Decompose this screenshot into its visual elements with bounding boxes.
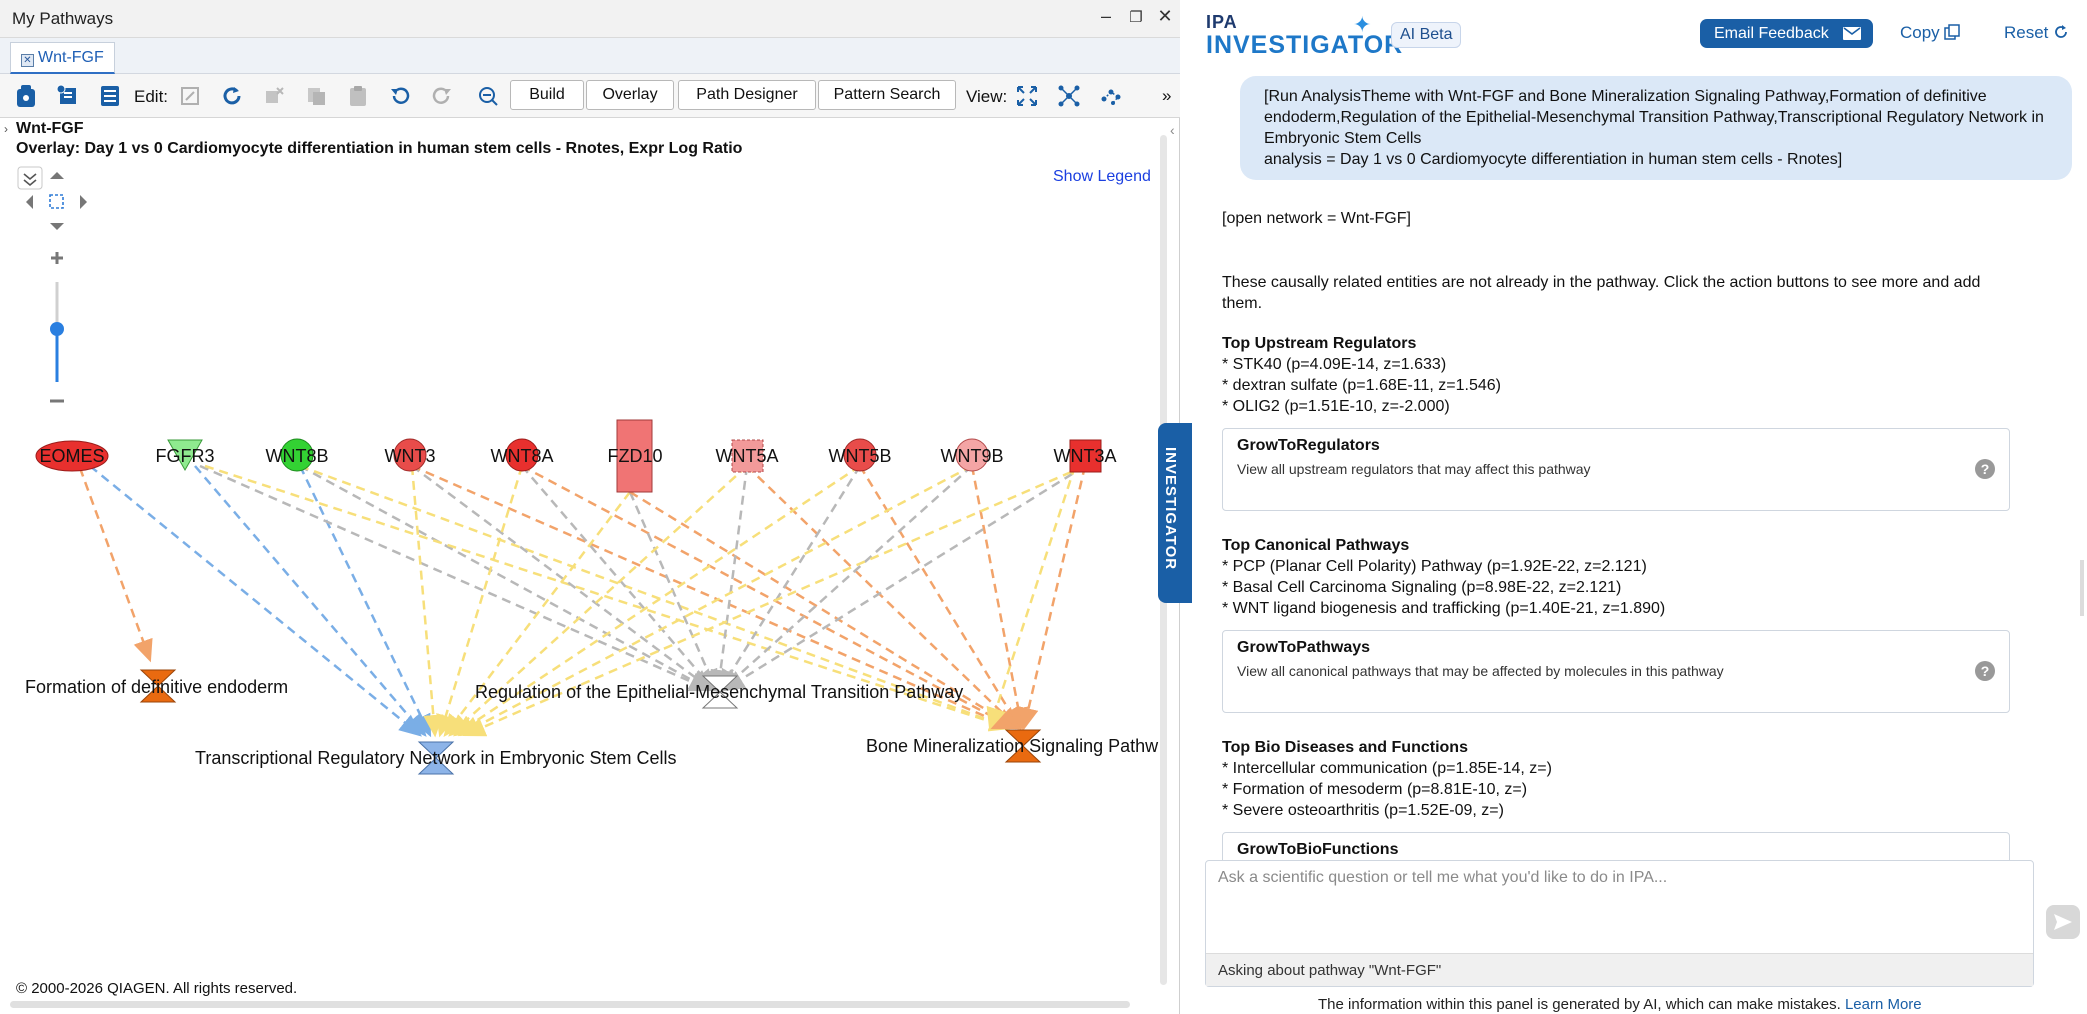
- edge[interactable]: [78, 467, 153, 663]
- node-label: WNT9B: [941, 446, 1004, 466]
- pan-left-icon[interactable]: [26, 195, 33, 209]
- node-label: WNT5A: [716, 446, 779, 466]
- logo-bottom-text: INVESTIGATOR: [1206, 31, 1404, 59]
- card-title: GrowToBioFunctions: [1237, 841, 1399, 858]
- pathway-label: Formation of definitive endoderm: [25, 677, 288, 697]
- chat-transcript[interactable]: [Run AnalysisTheme with Wnt-FGF and Bone…: [1192, 68, 2072, 860]
- edge[interactable]: [298, 465, 432, 738]
- list-item: * Severe osteoarthritis (p=1.52E-09, z=): [1222, 802, 1504, 819]
- chat-input[interactable]: [1206, 861, 2033, 953]
- node-label: WNT5B: [829, 446, 892, 466]
- reset-icon: [2055, 25, 2068, 38]
- logo-top-text: IPA: [1206, 12, 1238, 32]
- email-feedback-label: Email Feedback: [1714, 25, 1829, 42]
- list-item: * STK40 (p=4.09E-14, z=1.633): [1222, 356, 1447, 373]
- edge[interactable]: [710, 465, 749, 693]
- pathway-label: Regulation of the Epithelial-Mesenchymal…: [475, 682, 963, 702]
- card-description: View all upstream regulators that may af…: [1237, 461, 1591, 477]
- ai-beta-badge: AI Beta: [1391, 22, 1462, 48]
- section-heading: Top Canonical Pathways: [1222, 537, 1410, 554]
- edge[interactable]: [299, 464, 713, 692]
- pan-up-icon[interactable]: [50, 172, 64, 179]
- edge[interactable]: [410, 465, 444, 738]
- open-network-text: [open network = Wnt-FGF]: [1222, 210, 1411, 227]
- ipa-investigator-logo: IPA INVESTIGATOR: [1206, 12, 1402, 59]
- list-item: * PCP (Planar Cell Polarity) Pathway (p=…: [1222, 558, 1647, 575]
- node-label: WNT3A: [1054, 446, 1117, 466]
- list-item: * dextran sulfate (p=1.68E-11, z=1.546): [1222, 377, 1501, 394]
- send-button[interactable]: [2046, 905, 2080, 939]
- pan-right-icon[interactable]: [80, 195, 87, 209]
- email-feedback-button[interactable]: Email Feedback: [1700, 19, 1873, 48]
- copy-label: Copy: [1900, 23, 1940, 42]
- investigator-toggle-tab[interactable]: INVESTIGATOR: [1158, 423, 1192, 603]
- copy-button[interactable]: Copy: [1900, 23, 1961, 43]
- fit-to-screen-icon[interactable]: [49, 194, 64, 209]
- pathway-panel: My Pathways – ❐ ✕ ✕ Wnt-FGF Edit: Build O…: [0, 0, 1180, 1014]
- zoom-slider-handle[interactable]: [50, 322, 64, 336]
- learn-more-link[interactable]: Learn More: [1845, 996, 1922, 1013]
- list-item: * Basal Cell Carcinoma Signaling (p=8.98…: [1222, 579, 1622, 596]
- pathway-nodes: Formation of definitive endoderm Regulat…: [25, 669, 1159, 775]
- copy-icon: [1944, 24, 1961, 40]
- card-title: GrowToRegulators: [1237, 437, 1380, 454]
- edge[interactable]: [721, 464, 1086, 692]
- node-label: FZD10: [607, 446, 662, 466]
- intro-text: These causally related entities are not …: [1222, 274, 1981, 312]
- horizontal-scrollbar[interactable]: [10, 1001, 1130, 1008]
- list-item: * Intercellular communication (p=1.85E-1…: [1222, 760, 1552, 777]
- grow-to-biofunctions-card[interactable]: GrowToBioFunctions: [1222, 832, 2010, 860]
- pathway-label: Bone Mineralization Signaling Pathw: [866, 736, 1159, 756]
- envelope-icon: [1843, 27, 1861, 40]
- pathway-label: Transcriptional Regulatory Network in Em…: [195, 748, 677, 768]
- pan-down-icon[interactable]: [50, 223, 64, 230]
- reset-label: Reset: [2004, 23, 2049, 42]
- node-label: EOMES: [39, 446, 104, 466]
- chat-input-box: Asking about pathway "Wnt-FGF": [1205, 860, 2034, 987]
- sparkle-icon: ✦: [1353, 12, 1372, 37]
- reset-button[interactable]: Reset: [2004, 23, 2069, 43]
- disclaimer-text: The information within this panel is gen…: [1318, 996, 1841, 1013]
- node-label: FGFR3: [155, 446, 214, 466]
- ai-disclaimer: The information within this panel is gen…: [1318, 996, 1922, 1013]
- collapse-panel-icon[interactable]: ‹: [1170, 122, 1175, 138]
- grow-to-regulators-card[interactable]: GrowToRegulators View all upstream regul…: [1222, 428, 2010, 511]
- zoom-in-icon[interactable]: [51, 252, 63, 264]
- zoom-controls: [17, 166, 87, 403]
- node-label: WNT8B: [266, 446, 329, 466]
- help-icon[interactable]: ?: [1975, 661, 1995, 681]
- section-heading: Top Upstream Regulators: [1222, 335, 1417, 352]
- network-graph: EOMES FGFR3 WNT8B WNT3 WNT8A FZD10 WNT5A…: [17, 166, 1159, 775]
- node-label: WNT8A: [491, 446, 554, 466]
- send-icon: [2054, 914, 2072, 930]
- list-item: * OLIG2 (p=1.51E-10, z=-2.000): [1222, 398, 1450, 415]
- list-item: * WNT ligand biogenesis and trafficking …: [1222, 600, 1666, 617]
- help-icon[interactable]: ?: [1975, 459, 1995, 479]
- grow-to-pathways-card[interactable]: GrowToPathways View all canonical pathwa…: [1222, 630, 2010, 713]
- node-label: WNT3: [385, 446, 436, 466]
- copyright-text: © 2000-2026 QIAGEN. All rights reserved.: [16, 980, 298, 997]
- card-title: GrowToPathways: [1237, 639, 1371, 656]
- user-message: [Run AnalysisTheme with Wnt-FGF and Bone…: [1240, 76, 2072, 180]
- list-item: * Formation of mesoderm (p=8.81E-10, z=): [1222, 781, 1528, 798]
- section-heading: Top Bio Diseases and Functions: [1222, 739, 1468, 756]
- input-context-label: Asking about pathway "Wnt-FGF": [1206, 953, 2033, 986]
- chat-scrollbar[interactable]: [2080, 560, 2084, 616]
- investigator-tab-label: INVESTIGATOR: [1162, 447, 1179, 571]
- user-message-text: [Run AnalysisTheme with Wnt-FGF and Bone…: [1264, 88, 2044, 168]
- card-description: View all canonical pathways that may be …: [1237, 663, 1724, 679]
